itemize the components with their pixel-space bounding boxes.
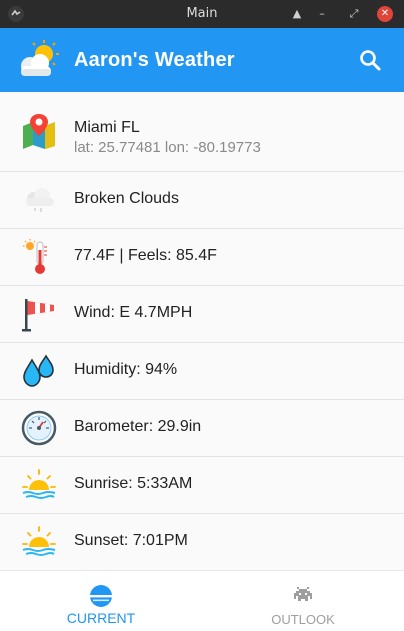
list-item-sunrise: Sunrise: 5:33AM: [0, 457, 404, 514]
location-coordinates: lat: 25.77481 lon: -80.19773: [74, 139, 261, 156]
water-drops-icon: [23, 354, 54, 387]
list-item-conditions: Broken Clouds: [0, 172, 404, 229]
list-item-wind: Wind: E 4.7MPH: [0, 286, 404, 343]
search-icon[interactable]: [358, 48, 382, 72]
current-weather-list[interactable]: Miami FL lat: 25.77481 lon: -80.19773 Br…: [0, 92, 404, 570]
sunset-label: Sunset: 7:01PM: [74, 532, 188, 549]
close-icon[interactable]: ✕: [377, 6, 393, 22]
sunrise-label: Sunrise: 5:33AM: [74, 475, 193, 492]
cloud-icon: [26, 188, 54, 212]
windsock-icon: [22, 299, 54, 332]
eject-icon[interactable]: ▲: [290, 7, 304, 21]
space-invader-icon: [294, 587, 312, 601]
wind-label: Wind: E 4.7MPH: [74, 304, 193, 321]
tab-outlook[interactable]: OUTLOOK: [202, 571, 404, 631]
list-item-location: Miami FL lat: 25.77481 lon: -80.19773: [0, 92, 404, 172]
minimize-icon[interactable]: –: [315, 7, 329, 21]
app-bar: Aaron's Weather: [0, 28, 404, 92]
thermometer-icon: [23, 239, 47, 274]
barometer-label: Barometer: 29.9in: [74, 418, 202, 435]
humidity-label: Humidity: 94%: [74, 361, 178, 378]
window-title: Main: [186, 6, 218, 21]
tab-current-label: CURRENT: [66, 610, 136, 626]
location-name: Miami FL: [74, 119, 140, 136]
bottom-navigation: CURRENT OUTLOOK: [0, 570, 404, 631]
app-title: Aaron's Weather: [74, 49, 235, 71]
window-titlebar[interactable]: Main ▲ – ⤢ ✕: [0, 0, 404, 28]
maximize-icon[interactable]: ⤢: [347, 7, 361, 21]
conditions-label: Broken Clouds: [74, 190, 179, 207]
temperature-label: 77.4F | Feels: 85.4F: [74, 247, 217, 264]
list-item-humidity: Humidity: 94%: [0, 343, 404, 400]
list-item-barometer: Barometer: 29.9in: [0, 400, 404, 457]
tab-current[interactable]: CURRENT: [0, 571, 202, 631]
list-item-temperature: 77.4F | Feels: 85.4F: [0, 229, 404, 286]
tab-outlook-label: OUTLOOK: [271, 612, 335, 627]
sunset-icon: [22, 526, 56, 556]
weather-logo-icon: [21, 40, 59, 76]
sunrise-icon: [22, 469, 56, 499]
current-weather-icon: [90, 585, 112, 607]
app-window: Main ▲ – ⤢ ✕ Aaron's Weather Miami FL la…: [0, 0, 404, 631]
barometer-icon: [21, 410, 57, 446]
list-item-sunset: Sunset: 7:01PM: [0, 514, 404, 570]
map-location-icon: [23, 114, 55, 149]
